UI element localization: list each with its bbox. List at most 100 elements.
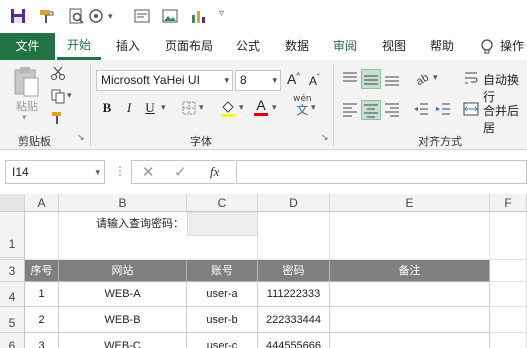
column-header-c[interactable]: C [187, 194, 258, 212]
cell-f6[interactable] [490, 333, 527, 348]
row-header-4[interactable]: 4 [0, 282, 25, 307]
confirm-entry-icon[interactable]: ✓ [174, 163, 187, 181]
paste-icon[interactable] [12, 66, 40, 98]
cell-a1[interactable] [25, 212, 59, 260]
table-cell[interactable]: WEB-A [59, 282, 187, 307]
clipboard-launcher-icon[interactable]: ↘ [77, 133, 85, 143]
borders-dropdown-icon[interactable]: ▾ [199, 103, 204, 113]
align-bottom-icon[interactable] [383, 69, 401, 87]
font-color-dropdown-icon[interactable]: ▾ [272, 103, 277, 113]
column-header-a[interactable]: A [25, 194, 59, 212]
align-top-icon[interactable] [341, 69, 359, 87]
tab-insert[interactable]: 插入 [106, 33, 150, 60]
increase-font-icon[interactable]: A^ [287, 71, 300, 87]
tab-data[interactable]: 数据 [275, 33, 319, 60]
header-site[interactable]: 网站 [59, 260, 187, 282]
row-header-6[interactable]: 6 [0, 333, 25, 348]
table-cell[interactable]: 111222333 [258, 282, 330, 307]
cell-f5[interactable] [490, 307, 527, 333]
cell-c2[interactable] [187, 236, 258, 260]
lightbulb-icon[interactable] [479, 38, 495, 56]
font-size-dropdown[interactable]: 8 ▾ [235, 70, 281, 91]
cancel-entry-icon[interactable]: ✕ [142, 163, 155, 181]
select-all-corner[interactable] [0, 194, 25, 212]
font-name-dropdown[interactable]: Microsoft YaHei UI ▾ [96, 70, 233, 91]
align-right-icon[interactable] [383, 100, 401, 118]
password-input-cell[interactable] [187, 212, 258, 236]
cell-d1[interactable] [258, 212, 330, 260]
header-password[interactable]: 密码 [258, 260, 330, 282]
tab-view[interactable]: 视图 [372, 33, 416, 60]
column-header-f[interactable]: F [490, 194, 527, 212]
header-no[interactable]: 序号 [25, 260, 59, 282]
tab-review[interactable]: 审阅 [323, 33, 367, 60]
bold-button[interactable]: B [98, 98, 116, 118]
increase-indent-icon[interactable] [434, 100, 452, 118]
paste-dropdown-icon[interactable]: ▾ [22, 113, 27, 123]
chart-icon[interactable] [188, 6, 208, 26]
borders-icon[interactable] [181, 100, 197, 116]
decrease-indent-icon[interactable] [412, 100, 430, 118]
orientation-dropdown-icon[interactable]: ▾ [433, 73, 438, 83]
header-note[interactable]: 备注 [330, 260, 490, 282]
screenshot-dropdown-icon[interactable]: ▾ [108, 12, 113, 22]
align-center-icon[interactable] [361, 100, 381, 120]
merge-center-icon[interactable] [463, 101, 479, 117]
table-cell[interactable] [330, 333, 490, 348]
column-header-e[interactable]: E [330, 194, 490, 212]
cell-e1[interactable] [330, 212, 490, 260]
font-color-icon[interactable]: A [254, 97, 268, 116]
tab-home[interactable]: 开始 [57, 33, 101, 60]
tab-tell-me[interactable]: 操作 [500, 33, 527, 60]
table-cell[interactable]: 222333444 [258, 307, 330, 333]
cell-f3[interactable] [490, 260, 527, 282]
merge-center-label[interactable]: 合并后居 [483, 102, 527, 136]
format-painter-icon[interactable] [36, 6, 56, 26]
fill-color-dropdown-icon[interactable]: ▾ [239, 103, 244, 113]
format-painter-brush-icon[interactable] [50, 110, 66, 126]
customize-icon[interactable]: ▿ [219, 8, 224, 19]
row-header-3[interactable]: 3 [0, 260, 25, 282]
table-cell[interactable] [330, 282, 490, 307]
column-header-d[interactable]: D [258, 194, 330, 212]
row-header-1[interactable]: 1 [0, 212, 25, 258]
cell-f4[interactable] [490, 282, 527, 307]
insert-function-icon[interactable]: fx [210, 164, 219, 180]
underline-button[interactable]: U [141, 98, 159, 118]
formula-input[interactable] [236, 160, 527, 184]
decrease-font-icon[interactable]: Aˇ [309, 73, 320, 88]
table-cell[interactable]: WEB-B [59, 307, 187, 333]
wrap-text-icon[interactable] [463, 70, 479, 86]
tab-help[interactable]: 帮助 [420, 33, 464, 60]
orientation-icon[interactable]: ab [414, 70, 432, 88]
table-cell[interactable]: 3 [25, 333, 59, 348]
save-icon[interactable] [8, 6, 28, 26]
align-middle-icon[interactable] [361, 69, 381, 89]
header-account[interactable]: 账号 [187, 260, 258, 282]
tab-page-layout[interactable]: 页面布局 [158, 33, 220, 60]
table-cell[interactable]: user-c [187, 333, 258, 348]
table-cell[interactable] [330, 307, 490, 333]
align-left-icon[interactable] [341, 100, 359, 118]
table-cell[interactable]: 2 [25, 307, 59, 333]
print-preview-icon[interactable] [66, 6, 86, 26]
tab-formulas[interactable]: 公式 [226, 33, 270, 60]
tab-file[interactable]: 文件 [0, 33, 55, 60]
font-launcher-icon[interactable]: ↘ [321, 133, 329, 143]
phonetic-dropdown-icon[interactable]: ▾ [311, 103, 316, 113]
underline-dropdown-icon[interactable]: ▾ [161, 103, 166, 113]
row-header-5[interactable]: 5 [0, 307, 25, 333]
table-cell[interactable]: user-a [187, 282, 258, 307]
fill-color-icon[interactable] [218, 98, 238, 118]
form-icon[interactable] [132, 6, 152, 26]
phonetic-guide-icon[interactable]: wén 文 [293, 94, 312, 117]
cell-f1[interactable] [490, 212, 527, 260]
name-box[interactable]: I14 ▾ [5, 160, 105, 184]
italic-button[interactable]: I [120, 98, 138, 118]
column-header-b[interactable]: B [59, 194, 187, 212]
picture-icon[interactable] [160, 6, 180, 26]
paste-label[interactable]: 粘贴 [16, 98, 38, 114]
screenshot-icon[interactable] [86, 6, 106, 26]
wrap-text-label[interactable]: 自动换行 [483, 71, 527, 105]
table-cell[interactable]: 1 [25, 282, 59, 307]
